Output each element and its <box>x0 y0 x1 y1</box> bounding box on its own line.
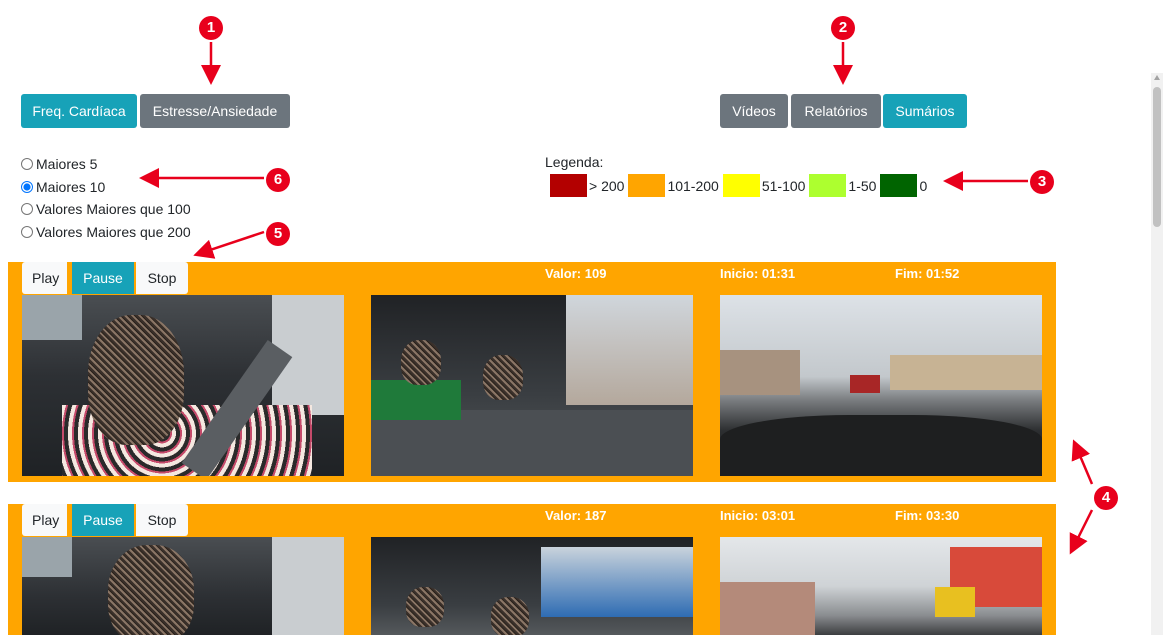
annotation-marker-6: 6 <box>266 168 290 192</box>
annotation-marker-4: 4 <box>1094 486 1118 510</box>
annotation-arrow <box>193 230 265 259</box>
annotation-arrows <box>139 42 1094 555</box>
annotation-arrow <box>1069 509 1094 555</box>
annotation-marker-3: 3 <box>1030 170 1054 194</box>
annotation-marker-5: 5 <box>266 222 290 246</box>
annotation-arrow <box>1071 439 1094 485</box>
annotation-marker-2: 2 <box>831 16 855 40</box>
annotation-marker-1: 1 <box>199 16 223 40</box>
